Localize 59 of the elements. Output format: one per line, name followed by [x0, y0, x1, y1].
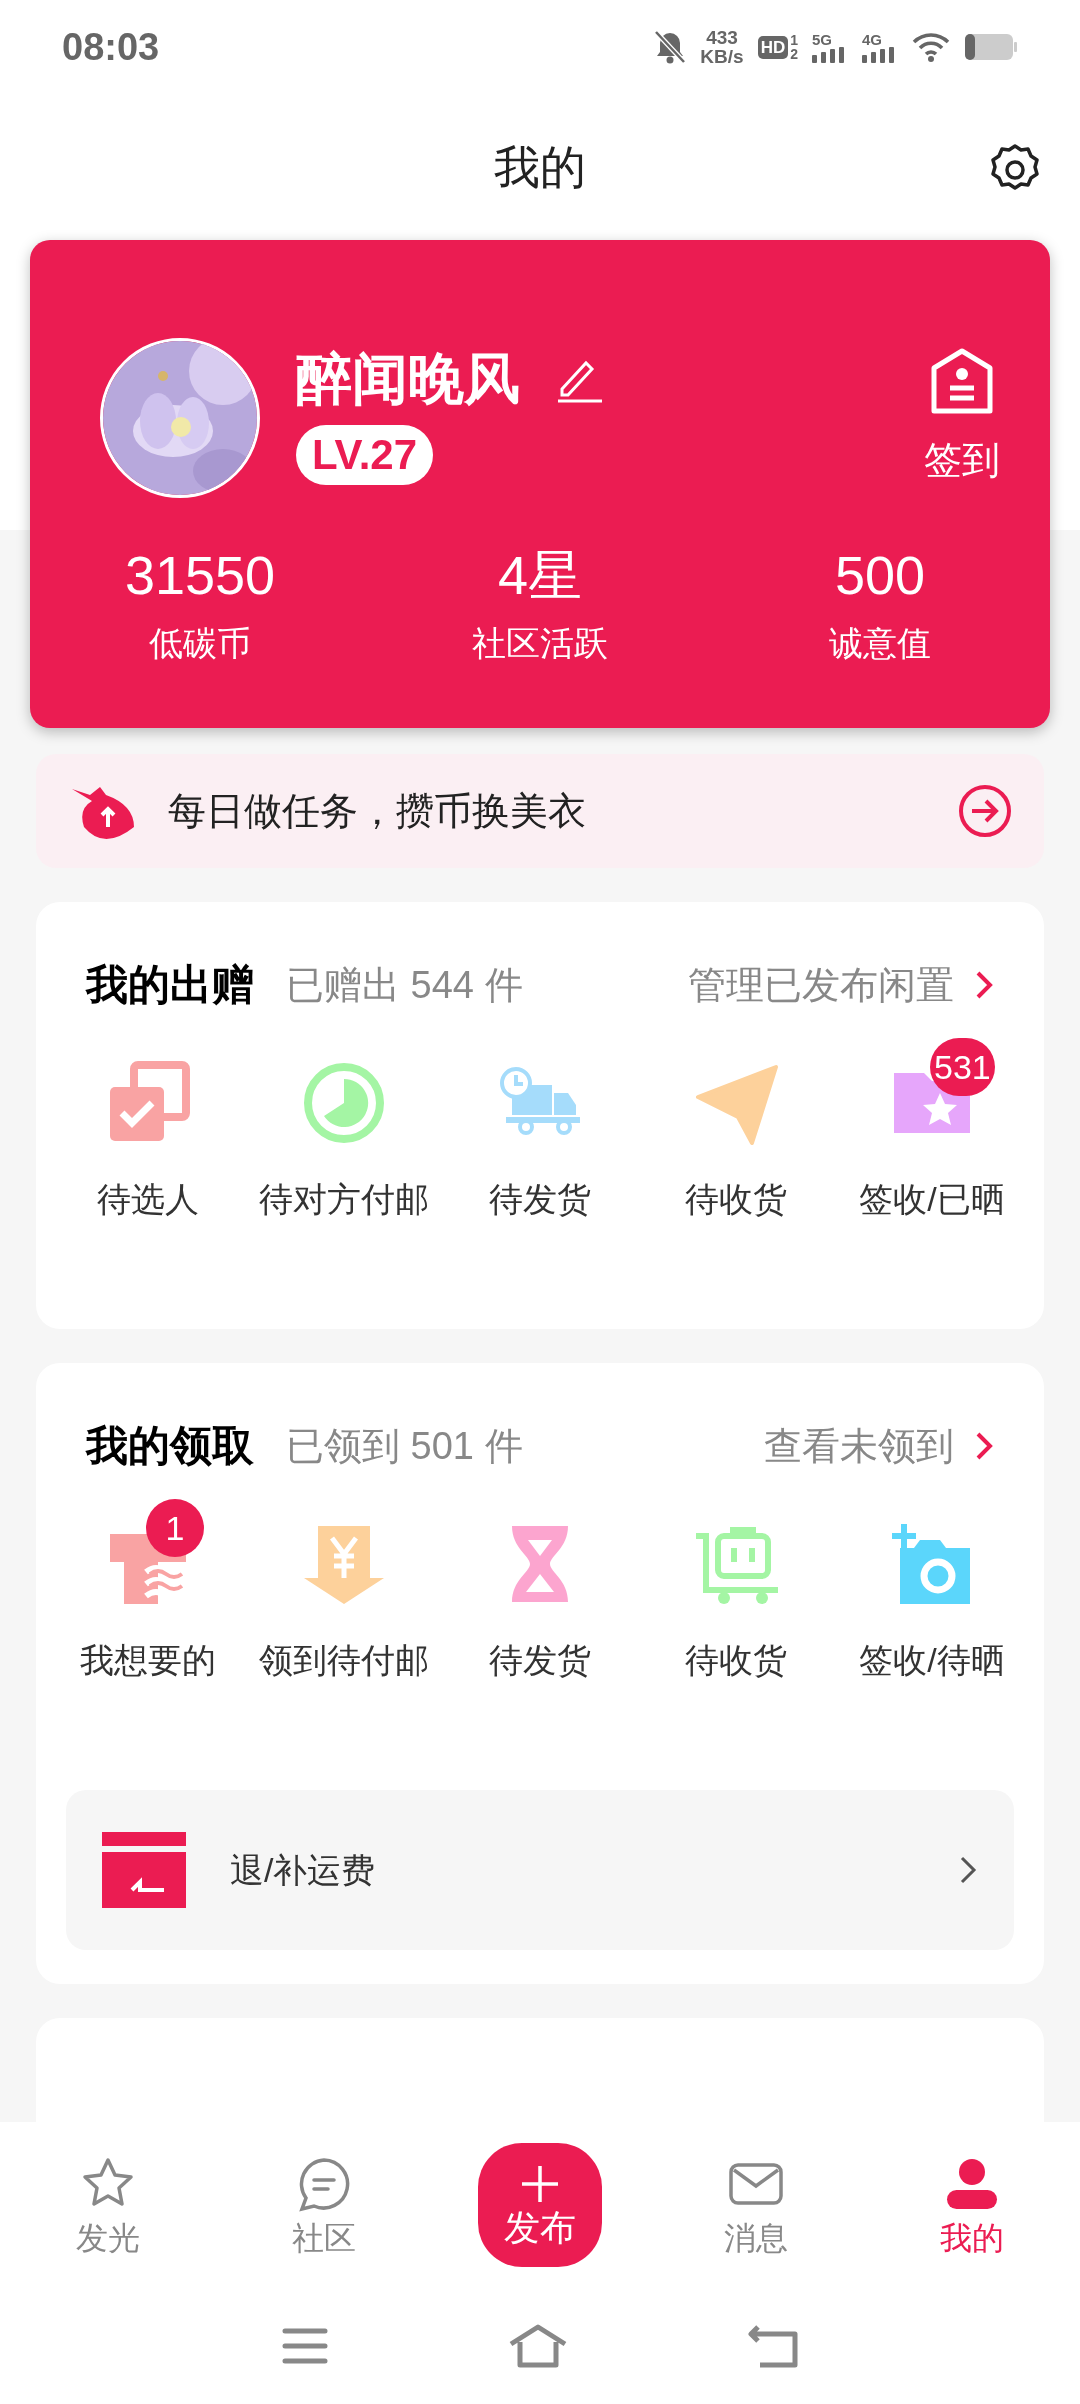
section-link[interactable]: 管理已发布闲置	[688, 966, 994, 1004]
order-status-item[interactable]: 待发货	[442, 1030, 638, 1225]
stat-value: 31550	[124, 548, 276, 602]
stat-value: 4星	[497, 548, 582, 602]
network-type: 5G	[812, 31, 832, 47]
chevron-right-icon	[958, 1854, 978, 1886]
battery-icon	[964, 33, 1018, 61]
sim-number: 1	[790, 33, 798, 47]
nav-tab[interactable]: 发光	[0, 2156, 216, 2254]
order-status-item[interactable]: 1 我想要的	[50, 1491, 246, 1686]
section-title: 我的领取	[86, 1425, 254, 1467]
person-icon	[944, 2156, 1000, 2212]
plus-icon	[520, 2164, 560, 2204]
back-icon[interactable]	[748, 2324, 798, 2368]
order-status-item[interactable]: 领到待付邮	[246, 1491, 442, 1686]
network-speed: 433	[706, 28, 738, 47]
stat-value: 500	[834, 548, 926, 602]
muted-bell-icon	[654, 30, 687, 64]
count-badge: 1	[146, 1499, 204, 1557]
stat-label: 低碳币	[149, 626, 251, 660]
status-time: 08:03	[62, 24, 160, 70]
count-badge: 531	[930, 1038, 995, 1096]
speed-unit: KB/s	[700, 47, 744, 66]
order-status-item[interactable]: 待对方付邮	[246, 1030, 442, 1225]
checkin-button[interactable]: 签到	[924, 347, 1000, 489]
section-count: 已赠出 544 件	[286, 966, 523, 1004]
stat-label: 诚意值	[829, 626, 931, 660]
clock-icon	[302, 1061, 386, 1145]
order-status-item[interactable]: 531 签收/已晒	[834, 1030, 1030, 1225]
chevron-right-icon	[974, 969, 994, 1001]
nav-tab[interactable]: 社区	[216, 2156, 432, 2254]
hd-badge: HD	[757, 35, 789, 59]
order-status-item[interactable]: 待发货	[442, 1491, 638, 1686]
banner-text: 每日做任务，攒币换美衣	[168, 788, 586, 834]
stat-label: 社区活跃	[472, 626, 608, 660]
user-name: 醉闻晚风	[296, 350, 520, 407]
nav-tab[interactable]: 消息	[648, 2156, 864, 2254]
home-icon[interactable]	[508, 2324, 568, 2368]
shipping-refund-row[interactable]: 退/补运费	[66, 1790, 1014, 1950]
section-title: 我的出赠	[86, 964, 254, 1006]
order-status-item[interactable]: 待收货	[638, 1030, 834, 1225]
section-count: 已领到 501 件	[286, 1427, 523, 1465]
page-title: 我的	[494, 139, 586, 195]
sim-number: 2	[790, 47, 798, 61]
menu-icon[interactable]	[282, 2326, 328, 2366]
level-badge: LV.27	[296, 424, 434, 486]
section-link[interactable]: 查看未领到	[764, 1427, 994, 1465]
wifi-icon	[912, 32, 950, 62]
order-status-item[interactable]: 签收/待晒	[834, 1491, 1030, 1686]
task-banner[interactable]: 每日做任务，攒币换美衣	[36, 754, 1044, 868]
card-icon	[102, 1832, 186, 1908]
chevron-right-icon	[974, 1430, 994, 1462]
arrow-circle-icon	[958, 784, 1012, 838]
network-type: 4G	[862, 31, 882, 47]
order-status-item[interactable]: 待收货	[638, 1491, 834, 1686]
publish-button[interactable]: 发布	[478, 2143, 602, 2267]
checkin-icon	[931, 347, 993, 414]
nav-tab[interactable]: 我的	[864, 2156, 1080, 2254]
order-status-item[interactable]: 待选人	[50, 1030, 246, 1225]
